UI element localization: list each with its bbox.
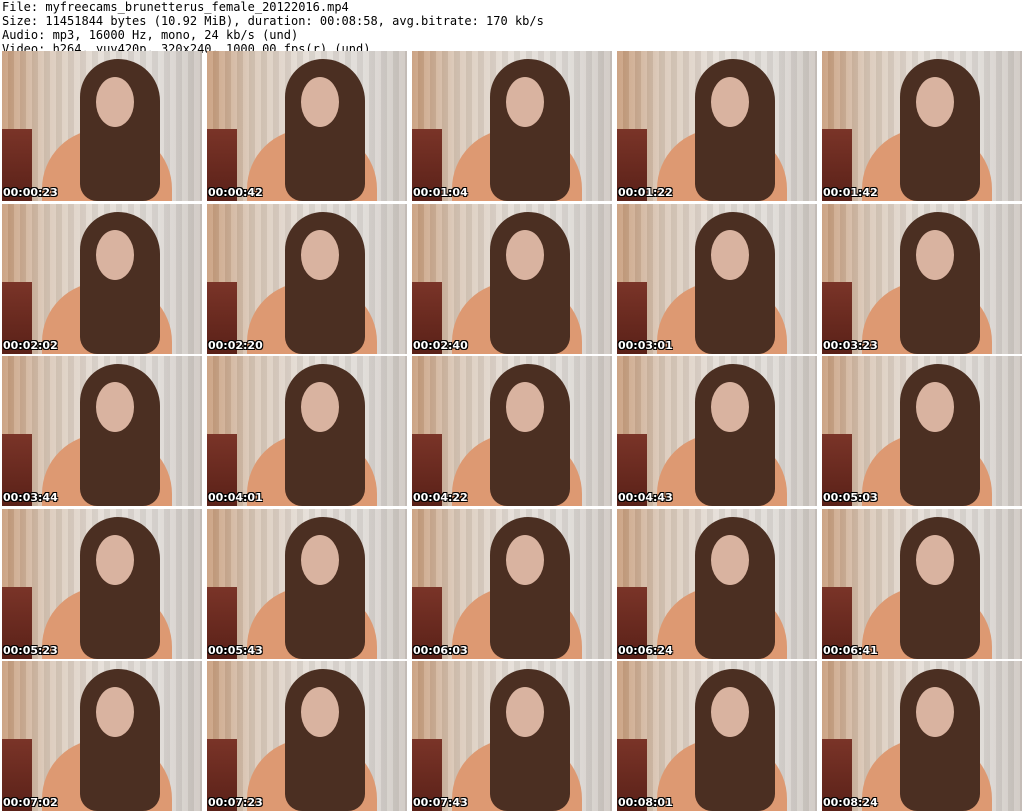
thumbnail-face-shape: [96, 77, 134, 127]
thumbnail-timestamp: 00:07:02: [3, 796, 58, 809]
thumbnail-face-shape: [506, 534, 544, 585]
thumbnail-face-shape: [711, 687, 749, 737]
thumbnail-timestamp: 00:06:03: [413, 643, 468, 657]
video-thumbnail: 00:02:40: [412, 203, 612, 354]
video-thumbnail: 00:03:01: [617, 203, 817, 354]
video-thumbnail: 00:03:44: [2, 356, 202, 506]
thumbnail-timestamp: 00:03:01: [618, 338, 673, 352]
thumbnail-face-shape: [916, 77, 954, 127]
thumbnail-timestamp: 00:03:23: [823, 338, 878, 352]
video-thumbnail: 00:01:42: [822, 51, 1022, 201]
video-thumbnail: 00:01:04: [412, 51, 612, 201]
thumbnail-face-shape: [96, 229, 134, 280]
thumbnail-timestamp: 00:07:23: [208, 796, 263, 809]
thumbnail-timestamp: 00:02:40: [413, 338, 468, 352]
thumbnail-face-shape: [301, 534, 339, 585]
thumbnail-timestamp: 00:04:22: [413, 491, 468, 504]
thumbnail-face-shape: [301, 382, 339, 432]
video-thumbnail: 00:00:42: [207, 51, 407, 201]
video-thumbnail: 00:05:23: [2, 508, 202, 659]
thumbnail-timestamp: 00:00:42: [208, 186, 263, 199]
thumbnail-face-shape: [301, 229, 339, 280]
thumbnail-timestamp: 00:01:04: [413, 186, 468, 199]
thumbnail-grid: 00:00:23 00:00:42 00:01:04 00:01:22 00:01:42…: [2, 51, 1022, 811]
thumbnail-face-shape: [711, 534, 749, 585]
thumbnail-timestamp: 00:04:01: [208, 491, 263, 504]
thumbnail-timestamp: 00:06:24: [618, 643, 673, 657]
thumbnail-face-shape: [506, 77, 544, 127]
file-info-header: File: myfreecams_brunetterus_female_2012…: [2, 0, 1022, 56]
video-thumbnail: 00:06:41: [822, 508, 1022, 659]
thumbnail-face-shape: [916, 687, 954, 737]
thumbnail-face-shape: [96, 382, 134, 432]
thumbnail-timestamp: 00:01:22: [618, 186, 673, 199]
thumbnail-timestamp: 00:00:23: [3, 186, 58, 199]
thumbnail-face-shape: [301, 687, 339, 737]
thumbnail-timestamp: 00:04:43: [618, 491, 673, 504]
file-size-line: Size: 11451844 bytes (10.92 MiB), durati…: [2, 14, 544, 28]
video-thumbnail: 00:01:22: [617, 51, 817, 201]
thumbnail-timestamp: 00:01:42: [823, 186, 878, 199]
video-thumbnail: 00:05:03: [822, 356, 1022, 506]
video-thumbnail: 00:07:02: [2, 661, 202, 811]
thumbnail-face-shape: [711, 382, 749, 432]
thumbnail-face-shape: [506, 382, 544, 432]
video-thumbnail: 00:03:23: [822, 203, 1022, 354]
thumbnail-face-shape: [711, 229, 749, 280]
video-thumbnail: 00:07:43: [412, 661, 612, 811]
thumbnail-face-shape: [916, 229, 954, 280]
thumbnail-timestamp: 00:05:43: [208, 643, 263, 657]
thumbnail-face-shape: [506, 229, 544, 280]
thumbnail-timestamp: 00:05:23: [3, 643, 58, 657]
thumbnail-timestamp: 00:03:44: [3, 491, 58, 504]
video-thumbnail: 00:04:22: [412, 356, 612, 506]
video-thumbnail: 00:05:43: [207, 508, 407, 659]
video-thumbnail: 00:08:01: [617, 661, 817, 811]
video-thumbnail: 00:04:43: [617, 356, 817, 506]
video-thumbnail: 00:06:24: [617, 508, 817, 659]
thumbnail-face-shape: [301, 77, 339, 127]
thumbnail-face-shape: [916, 534, 954, 585]
thumbnail-timestamp: 00:05:03: [823, 491, 878, 504]
video-thumbnail: 00:07:23: [207, 661, 407, 811]
thumbnail-timestamp: 00:08:24: [823, 796, 878, 809]
thumbnail-timestamp: 00:06:41: [823, 643, 878, 657]
thumbnail-face-shape: [916, 382, 954, 432]
thumbnail-face-shape: [96, 687, 134, 737]
thumbnail-timestamp: 00:02:02: [3, 338, 58, 352]
thumbnail-face-shape: [711, 77, 749, 127]
thumbnail-timestamp: 00:02:20: [208, 338, 263, 352]
video-thumbnail: 00:04:01: [207, 356, 407, 506]
file-name-line: File: myfreecams_brunetterus_female_2012…: [2, 0, 349, 14]
thumbnail-face-shape: [506, 687, 544, 737]
video-thumbnail: 00:08:24: [822, 661, 1022, 811]
video-thumbnail: 00:02:20: [207, 203, 407, 354]
audio-info-line: Audio: mp3, 16000 Hz, mono, 24 kb/s (und…: [2, 28, 299, 42]
thumbnail-timestamp: 00:07:43: [413, 796, 468, 809]
video-thumbnail: 00:00:23: [2, 51, 202, 201]
thumbnail-face-shape: [96, 534, 134, 585]
video-thumbnail: 00:02:02: [2, 203, 202, 354]
video-thumbnail: 00:06:03: [412, 508, 612, 659]
thumbnail-timestamp: 00:08:01: [618, 796, 673, 809]
